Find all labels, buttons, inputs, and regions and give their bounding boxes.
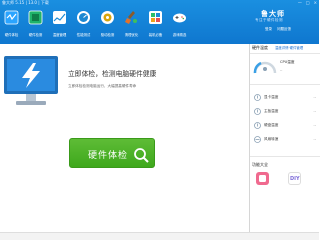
title-bar: 鲁大师 5.15 | 13.0 | 下载 — □ × xyxy=(0,0,319,7)
temp-value: -- xyxy=(313,123,316,127)
window-title: 鲁大师 5.15 | 13.0 | 下载 xyxy=(2,0,49,5)
panel-title: 硬件温度 xyxy=(252,45,268,50)
panel-header: 硬件温度 温度详情·硬件管理 xyxy=(250,44,320,52)
temp-label: 风扇转速 xyxy=(264,137,279,141)
tool-label: 装机必备 xyxy=(148,33,163,37)
brand-subtitle: 专注于硬件检测 xyxy=(255,18,283,22)
tool-label: 清理优化 xyxy=(124,33,139,37)
temp-details-link[interactable]: 温度详情·硬件管理 xyxy=(275,45,303,50)
divider xyxy=(250,53,320,54)
temp-label: 主板温度 xyxy=(264,109,279,113)
thermometer-icon xyxy=(254,94,261,101)
temp-row-fan: 风扇转速 -- xyxy=(254,136,316,144)
thermometer-icon xyxy=(254,122,261,129)
divider xyxy=(250,84,320,85)
temp-value: -- xyxy=(313,95,316,99)
tool-game[interactable]: 游戏精选 xyxy=(168,8,191,42)
brand-links: 登录 问题反馈 xyxy=(265,27,291,32)
diy-label: DIY xyxy=(290,176,300,182)
hardware-detect-icon xyxy=(28,10,43,25)
status-bar xyxy=(0,232,319,240)
app-pink-icon[interactable] xyxy=(256,172,269,185)
minimize-button[interactable]: — xyxy=(298,0,302,5)
temp-label: 显卡温度 xyxy=(264,95,279,99)
cpu-temp-value: -- xyxy=(280,68,283,72)
temp-value: -- xyxy=(313,109,316,113)
tool-label: 驱动检测 xyxy=(100,33,115,37)
game-icon xyxy=(173,13,186,23)
tool-driver[interactable]: 驱动检测 xyxy=(96,8,119,42)
apps-title: 功能大全 xyxy=(252,162,268,167)
top-header: 鲁大师 5.15 | 13.0 | 下载 — □ × 硬件体检 硬件检测 温度管… xyxy=(0,0,319,44)
scan-button-label: 硬件体检 xyxy=(88,151,129,161)
tool-label: 硬件体检 xyxy=(4,33,19,37)
login-link[interactable]: 登录 xyxy=(265,27,272,32)
feedback-link[interactable]: 问题反馈 xyxy=(277,27,291,32)
close-button[interactable]: × xyxy=(314,0,317,5)
tool-label: 温度管理 xyxy=(52,33,67,37)
temp-row-board: 主板温度 -- xyxy=(254,108,316,116)
monitor-icon xyxy=(4,56,58,105)
tool-checkup[interactable]: 硬件体检 xyxy=(0,8,23,42)
headline: 立即体检，检测电脑硬件健康 xyxy=(68,70,157,78)
driver-icon xyxy=(101,11,114,24)
temp-row-disk: 硬盘温度 -- xyxy=(254,122,316,130)
tool-install[interactable]: 装机必备 xyxy=(144,8,167,42)
temp-row-gpu: 显卡温度 -- xyxy=(254,94,316,102)
benchmark-icon xyxy=(77,11,90,24)
brand-area: 鲁大师 专注于硬件检测 登录 问题反馈 xyxy=(255,9,317,41)
temperature-icon xyxy=(53,11,66,24)
cpu-gauge-icon xyxy=(253,61,277,74)
main-toolbar: 硬件体检 硬件检测 温度管理 性能测试 驱动检测 清理优化 装机必备 游戏精选 xyxy=(0,8,192,42)
tool-label: 硬件检测 xyxy=(28,33,43,37)
cpu-temp-label: CPU温度 xyxy=(280,60,295,64)
tool-hardware-detect[interactable]: 硬件检测 xyxy=(24,8,47,42)
maximize-button[interactable]: □ xyxy=(306,0,310,5)
tool-label: 性能测试 xyxy=(76,33,91,37)
temp-value: -- xyxy=(313,137,316,141)
tool-temperature[interactable]: 温度管理 xyxy=(48,8,71,42)
checkup-icon xyxy=(4,10,19,25)
tool-clean[interactable]: 清理优化 xyxy=(120,8,143,42)
install-icon xyxy=(149,11,162,24)
subline: 立即体检检测电脑运行，大幅提高硬件寿命 xyxy=(68,84,137,88)
thermometer-icon xyxy=(254,108,261,115)
hardware-temp-panel: 硬件温度 温度详情·硬件管理 CPU温度 -- 显卡温度 -- 主板温度 -- … xyxy=(249,44,320,240)
tool-benchmark[interactable]: 性能测试 xyxy=(72,8,95,42)
window-controls: — □ × xyxy=(298,0,317,5)
main-panel: 立即体检，检测电脑硬件健康 立即体检检测电脑运行，大幅提高硬件寿命 硬件体检 xyxy=(0,44,248,240)
tool-label: 游戏精选 xyxy=(172,33,187,37)
clean-icon xyxy=(125,11,137,24)
temp-label: 硬盘温度 xyxy=(264,123,279,127)
divider xyxy=(250,156,320,157)
fan-icon xyxy=(254,136,261,143)
hardware-checkup-button[interactable]: 硬件体检 xyxy=(69,138,155,168)
app-glyph-icon xyxy=(259,175,266,182)
diy-icon[interactable]: DIY xyxy=(288,172,301,185)
magnifier-icon xyxy=(134,148,149,163)
